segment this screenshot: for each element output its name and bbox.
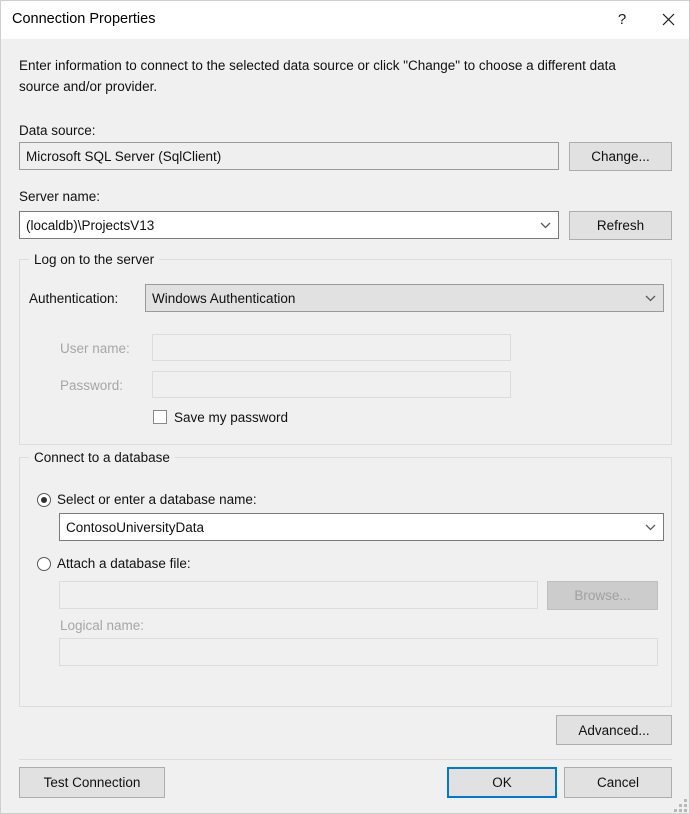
chevron-down-icon [540, 222, 551, 229]
data-source-label: Data source: [19, 123, 96, 138]
intro-text: Enter information to connect to the sele… [19, 58, 616, 94]
authentication-label: Authentication: [29, 291, 119, 306]
dialog-body: Enter information to connect to the sele… [1, 39, 689, 813]
change-button[interactable]: Change... [569, 142, 672, 171]
test-connection-button[interactable]: Test Connection [19, 767, 165, 798]
connection-properties-dialog: Connection Properties ? Enter informatio… [0, 0, 690, 814]
server-name-combo[interactable]: (localdb)\ProjectsV13 [19, 211, 559, 239]
logon-group-caption: Log on to the server [29, 252, 160, 267]
resize-grip[interactable] [674, 799, 688, 812]
window-title: Connection Properties [12, 11, 156, 27]
title-bar: Connection Properties ? [1, 1, 689, 40]
question-mark-icon: ? [617, 11, 627, 28]
data-source-value: Microsoft SQL Server (SqlClient) [19, 142, 559, 170]
attach-database-radio[interactable] [37, 557, 51, 571]
chevron-down-icon [645, 524, 656, 531]
select-database-label[interactable]: Select or enter a database name: [57, 492, 257, 507]
refresh-button[interactable]: Refresh [569, 211, 672, 240]
database-name-combo[interactable]: ContosoUniversityData [59, 513, 664, 541]
logical-name-field[interactable] [59, 638, 658, 666]
cancel-button[interactable]: Cancel [564, 767, 672, 798]
authentication-combo[interactable]: Windows Authentication [145, 284, 664, 312]
close-button[interactable] [645, 1, 689, 38]
save-password-label[interactable]: Save my password [174, 410, 288, 425]
username-label: User name: [60, 341, 130, 356]
database-name-value: ContosoUniversityData [66, 519, 205, 535]
save-password-checkbox[interactable] [153, 410, 167, 424]
ok-button[interactable]: OK [447, 767, 557, 798]
server-name-label: Server name: [19, 189, 101, 204]
advanced-button[interactable]: Advanced... [556, 715, 672, 745]
attach-database-label[interactable]: Attach a database file: [57, 556, 191, 571]
logical-name-label: Logical name: [60, 618, 145, 633]
footer-separator [19, 759, 672, 760]
password-field[interactable] [152, 371, 511, 398]
database-group-caption: Connect to a database [29, 450, 175, 465]
authentication-value: Windows Authentication [152, 290, 296, 306]
browse-button[interactable]: Browse... [547, 581, 658, 610]
username-field[interactable] [152, 334, 511, 361]
chevron-down-icon [645, 295, 656, 302]
attach-file-field[interactable] [59, 581, 538, 609]
close-icon [662, 13, 675, 26]
select-database-radio[interactable] [37, 493, 51, 507]
server-name-value: (localdb)\ProjectsV13 [26, 217, 155, 233]
help-button[interactable]: ? [599, 1, 645, 38]
password-label: Password: [60, 378, 124, 393]
